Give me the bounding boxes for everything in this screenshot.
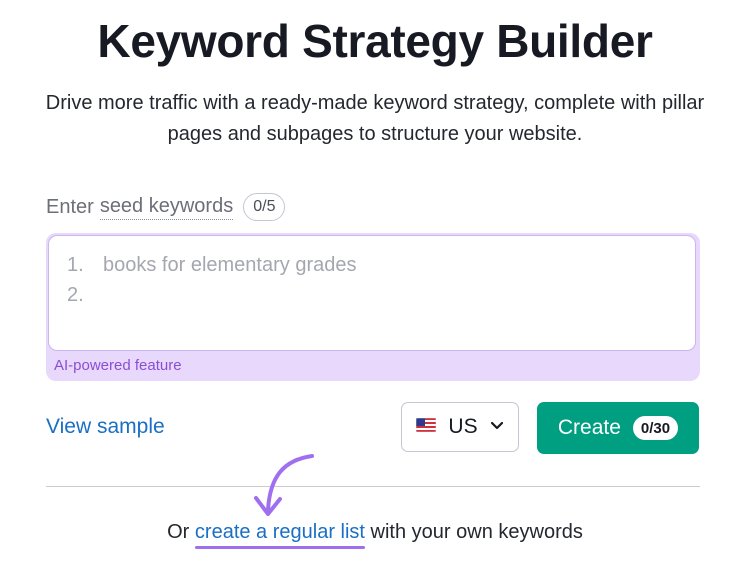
footer-suffix: with your own keywords [370,521,583,543]
keyword-line-2[interactable]: 2. [67,280,103,310]
create-limit-badge: 0/30 [632,416,679,440]
create-regular-list-link[interactable]: create a regular list [194,521,366,549]
curved-arrow-icon [254,454,314,516]
us-flag-icon [416,417,437,437]
chevron-down-icon [490,418,504,436]
keyword-placeholder: books for elementary grades [103,253,357,276]
create-button[interactable]: Create 0/30 [537,402,699,454]
ai-feature-container: 1. books for elementary grades 2. AI-pow… [46,233,700,381]
country-select[interactable]: US [401,402,519,452]
page-title: Keyword Strategy Builder [97,15,653,67]
create-button-label: Create [557,416,621,439]
line-number: 1. [67,253,84,276]
seed-keywords-label: Enter seed keywords 0/5 [46,192,286,222]
seed-keywords-tooltip-trigger[interactable]: seed keywords [99,194,234,220]
keyword-strategy-builder-page: Keyword Strategy Builder Drive more traf… [0,0,750,577]
section-divider [46,486,700,487]
page-subtitle: Drive more traffic with a ready-made key… [45,92,705,145]
footer-prefix: Or [167,521,190,543]
country-code: US [448,415,478,438]
view-sample-link[interactable]: View sample [46,415,165,439]
regular-list-prompt: Or create a regular list with your own k… [0,521,750,549]
line-number: 2. [67,283,84,306]
seed-keyword-counter: 0/5 [243,193,286,221]
keyword-line-1[interactable]: 1. books for elementary grades [67,250,356,280]
seed-keywords-input[interactable]: 1. books for elementary grades 2. [48,235,696,351]
ai-powered-badge: AI-powered feature [54,357,182,374]
seed-label-prefix: Enter [46,195,94,218]
